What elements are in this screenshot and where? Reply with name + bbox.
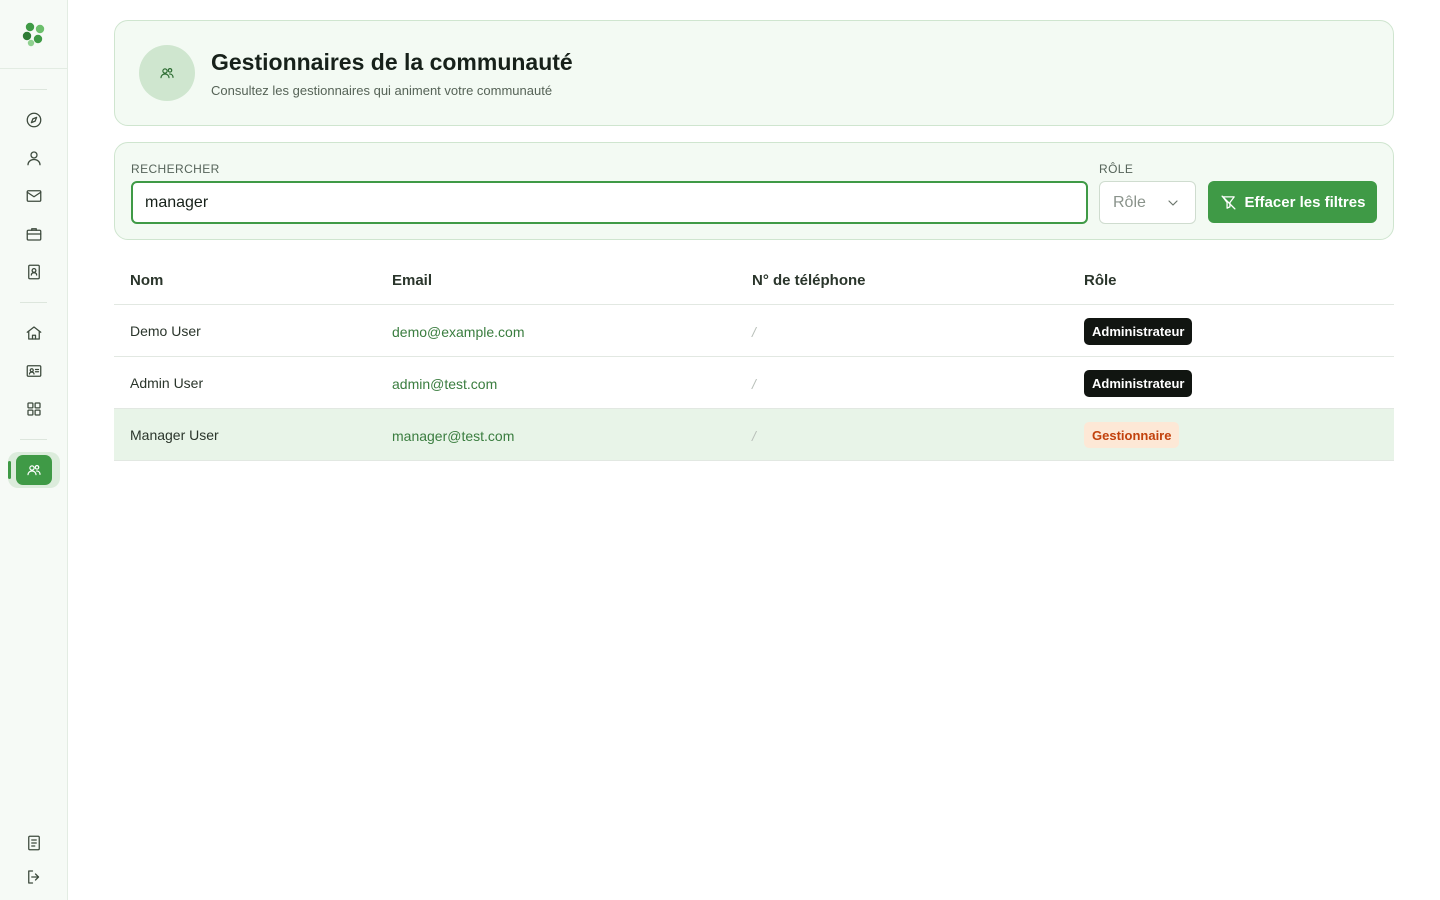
page-subtitle: Consultez les gestionnaires qui animent … — [211, 83, 553, 98]
sidebar — [0, 0, 68, 900]
role-badge: Gestionnaire — [1084, 422, 1180, 448]
active-nav-indicator — [8, 461, 11, 479]
role-badge: Administrateur — [1084, 318, 1193, 345]
column-header-email[interactable]: Email — [392, 272, 432, 289]
table-row[interactable]: Demo User demo@example.com / Administrat… — [114, 305, 1394, 357]
role-badge: Administrateur — [1084, 370, 1193, 397]
id-card-icon[interactable] — [20, 357, 48, 385]
home-icon[interactable] — [20, 319, 48, 347]
row-phone: / — [752, 324, 756, 340]
table-row[interactable]: Manager User manager@test.com / Gestionn… — [114, 409, 1394, 461]
column-header-name[interactable]: Nom — [130, 272, 163, 289]
page-title: Gestionnaires de la communauté — [211, 49, 573, 75]
sidebar-divider — [0, 68, 67, 69]
sidebar-separator — [20, 89, 47, 90]
mail-icon[interactable] — [20, 182, 48, 210]
document-icon[interactable] — [20, 829, 48, 857]
row-email[interactable]: manager@test.com — [392, 428, 514, 444]
logout-icon[interactable] — [20, 863, 48, 891]
row-name: Admin User — [130, 375, 204, 391]
search-input[interactable] — [131, 181, 1088, 224]
clear-filters-label: Effacer les filtres — [1244, 193, 1366, 211]
briefcase-icon[interactable] — [20, 220, 48, 248]
chevron-down-icon — [1165, 195, 1181, 211]
row-email[interactable]: demo@example.com — [392, 324, 525, 340]
sidebar-separator — [20, 439, 47, 440]
users-icon — [139, 45, 195, 101]
column-header-phone[interactable]: N° de téléphone — [752, 272, 866, 289]
contact-book-icon[interactable] — [20, 258, 48, 286]
role-select-value: Rôle — [1113, 193, 1146, 211]
filter-off-icon — [1220, 194, 1237, 211]
table-row[interactable]: Admin User admin@test.com / Administrate… — [114, 357, 1394, 409]
row-phone: / — [752, 428, 756, 444]
row-email[interactable]: admin@test.com — [392, 376, 497, 392]
logo-icon[interactable] — [19, 19, 49, 49]
column-header-role[interactable]: Rôle — [1084, 272, 1117, 289]
filters-panel: Rechercher Rôle Rôle Effacer les filtres — [114, 142, 1394, 240]
role-label: Rôle — [1099, 162, 1134, 176]
page-header: Gestionnaires de la communauté Consultez… — [114, 20, 1394, 126]
compass-icon[interactable] — [20, 106, 48, 134]
search-label: Rechercher — [131, 162, 220, 176]
users-icon — [26, 462, 42, 478]
row-phone: / — [752, 376, 756, 392]
sidebar-item-managers[interactable] — [16, 455, 52, 485]
row-name: Demo User — [130, 323, 201, 339]
grid-icon[interactable] — [20, 395, 48, 423]
table-header: Nom Email N° de téléphone Rôle — [114, 256, 1394, 305]
sidebar-separator — [20, 302, 47, 303]
managers-table: Nom Email N° de téléphone Rôle Demo User… — [114, 256, 1394, 461]
role-select[interactable]: Rôle — [1099, 181, 1196, 224]
user-icon[interactable] — [20, 144, 48, 172]
row-name: Manager User — [130, 427, 219, 443]
clear-filters-button[interactable]: Effacer les filtres — [1208, 181, 1377, 223]
